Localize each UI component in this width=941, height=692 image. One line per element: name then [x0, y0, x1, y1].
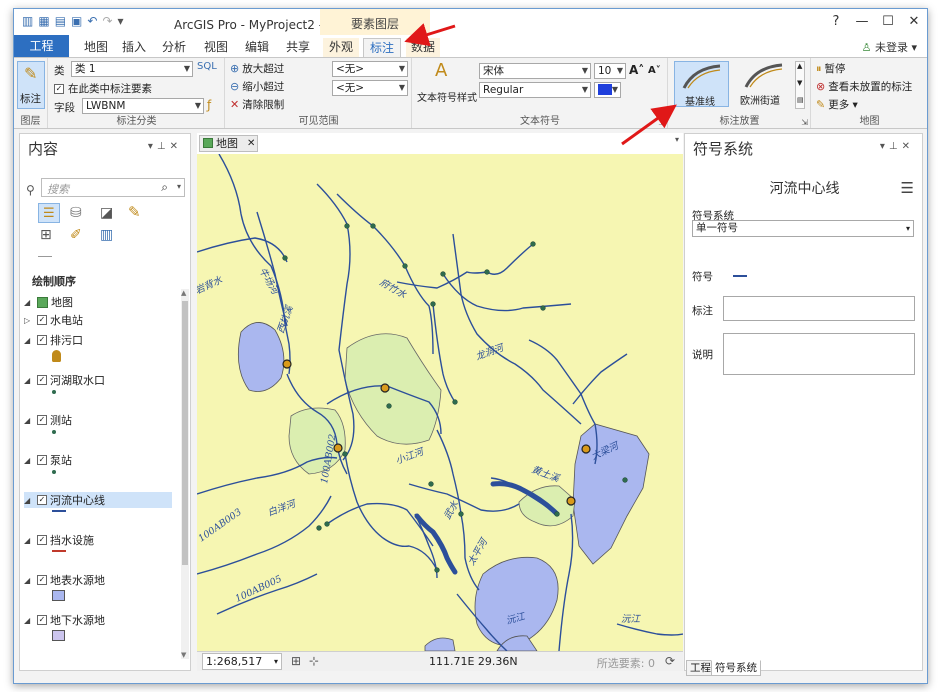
annotation-arrows	[404, 23, 677, 146]
annotation-arrow	[621, 104, 677, 146]
annotation-arrow	[404, 23, 456, 47]
